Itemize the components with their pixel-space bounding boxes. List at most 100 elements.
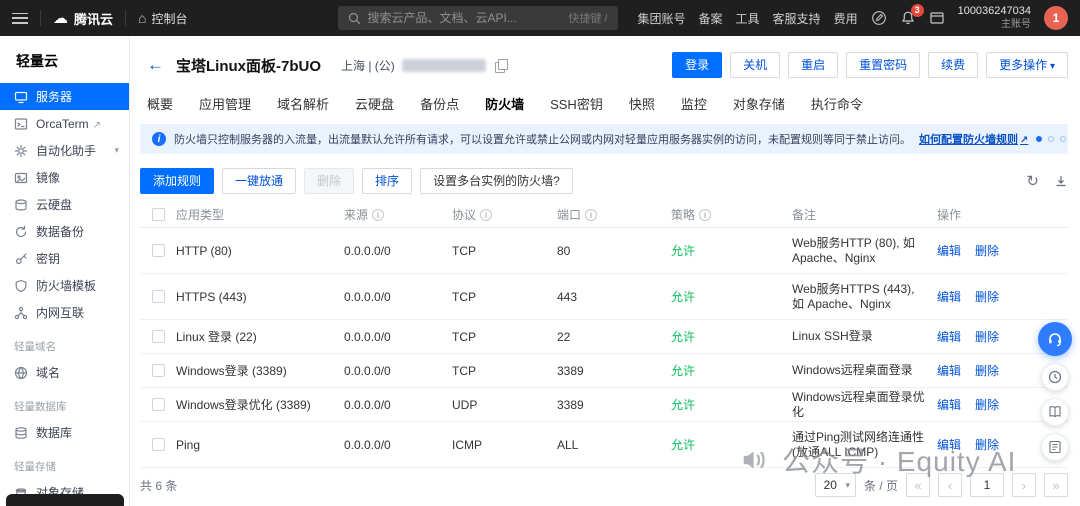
global-search[interactable]: 快捷键 / [338, 6, 618, 30]
nav-group-account[interactable]: 集团账号 [638, 10, 686, 27]
copy-icon[interactable] [495, 59, 507, 72]
edit-link[interactable]: 编辑 [937, 364, 961, 378]
row-checkbox[interactable] [152, 330, 165, 343]
edit-link[interactable]: 编辑 [937, 330, 961, 344]
console-home-link[interactable]: 控制台 [138, 10, 187, 27]
tab-cloud-disk[interactable]: 云硬盘 [355, 94, 394, 113]
page-size-select[interactable]: 20 [815, 473, 856, 497]
sidebar-item-servers[interactable]: 服务器 [0, 83, 129, 110]
prev-page-button[interactable] [938, 473, 962, 497]
info-icon [152, 132, 166, 146]
table-row: Linux 登录 (22) 0.0.0.0/0 TCP 22 允许 Linux … [140, 320, 1068, 354]
feedback-pen-icon[interactable] [871, 10, 887, 26]
carousel-dot[interactable] [1048, 136, 1054, 142]
brand-logo[interactable]: 腾讯云 [53, 9, 113, 28]
cell-note: Windows远程桌面登录 [792, 363, 937, 378]
cell-protocol: TCP [452, 330, 557, 344]
info-icon[interactable] [480, 209, 492, 221]
tab-firewall[interactable]: 防火墙 [485, 94, 524, 113]
allow-all-button[interactable]: 一键放通 [222, 168, 296, 194]
sidebar-item-cloud-disk[interactable]: 云硬盘 [0, 191, 129, 218]
row-checkbox[interactable] [152, 364, 165, 377]
select-all-checkbox[interactable] [152, 208, 165, 221]
sidebar-item-ssh-keys[interactable]: 密钥 [0, 245, 129, 272]
firewall-rules-help-link[interactable]: 如何配置防火墙规则 [919, 131, 1028, 147]
carousel-dot-active[interactable] [1036, 136, 1042, 142]
tab-backup-points[interactable]: 备份点 [420, 94, 459, 113]
account-info[interactable]: 100036247034 主账号 [958, 5, 1031, 31]
support-headset-icon[interactable] [1038, 322, 1072, 356]
console-panel-icon[interactable] [929, 10, 945, 26]
feedback-list-icon[interactable] [1041, 433, 1069, 461]
nav-icp-filing[interactable]: 备案 [699, 10, 723, 27]
sidebar-item-orcaterm[interactable]: OrcaTerm [0, 110, 129, 137]
row-checkbox[interactable] [152, 244, 165, 257]
multi-instance-firewall-button[interactable]: 设置多台实例的防火墙? [420, 168, 573, 194]
nav-tools[interactable]: 工具 [736, 10, 760, 27]
row-checkbox[interactable] [152, 290, 165, 303]
download-icon[interactable] [1054, 174, 1068, 188]
tab-ssh-keys[interactable]: SSH密钥 [550, 94, 603, 113]
tab-overview[interactable]: 概要 [147, 94, 173, 113]
first-page-button[interactable] [906, 473, 930, 497]
info-icon[interactable] [699, 209, 711, 221]
tab-snapshots[interactable]: 快照 [629, 94, 655, 113]
tab-app-management[interactable]: 应用管理 [199, 94, 251, 113]
shutdown-button[interactable]: 关机 [730, 52, 780, 78]
edit-link[interactable]: 编辑 [937, 438, 961, 452]
next-page-button[interactable] [1012, 473, 1036, 497]
add-rule-button[interactable]: 添加规则 [140, 168, 214, 194]
info-icon[interactable] [372, 209, 384, 221]
renew-button[interactable]: 续费 [928, 52, 978, 78]
sidebar-item-firewall-templates[interactable]: 防火墙模板 [0, 272, 129, 299]
hamburger-menu-icon[interactable] [12, 13, 28, 24]
notifications-bell-icon[interactable]: 3 [900, 10, 916, 26]
tab-monitoring[interactable]: 监控 [681, 94, 707, 113]
tab-run-command[interactable]: 执行命令 [811, 94, 863, 113]
edit-link[interactable]: 编辑 [937, 398, 961, 412]
reset-password-button[interactable]: 重置密码 [846, 52, 920, 78]
restart-button[interactable]: 重启 [788, 52, 838, 78]
edit-link[interactable]: 编辑 [937, 290, 961, 304]
user-avatar[interactable]: 1 [1044, 6, 1068, 30]
globe-icon [14, 366, 28, 380]
search-input[interactable] [368, 11, 562, 25]
more-actions-button[interactable]: 更多操作 [986, 52, 1068, 78]
sidebar-bottom-overlay [6, 494, 124, 506]
back-arrow-icon[interactable] [145, 55, 166, 75]
page-number-input[interactable] [970, 473, 1004, 497]
delete-link[interactable]: 删除 [975, 244, 999, 258]
delete-link[interactable]: 删除 [975, 438, 999, 452]
cell-port: 443 [557, 290, 671, 304]
login-button[interactable]: 登录 [672, 52, 722, 78]
last-page-button[interactable] [1044, 473, 1068, 497]
delete-link[interactable]: 删除 [975, 398, 999, 412]
carousel-dot[interactable] [1060, 136, 1066, 142]
row-checkbox[interactable] [152, 438, 165, 451]
history-clock-icon[interactable] [1041, 363, 1069, 391]
info-icon[interactable] [585, 209, 597, 221]
sidebar-item-data-backup[interactable]: 数据备份 [0, 218, 129, 245]
delete-link[interactable]: 删除 [975, 364, 999, 378]
delete-rules-button[interactable]: 删除 [304, 168, 354, 194]
sidebar-item-images[interactable]: 镜像 [0, 164, 129, 191]
search-shortcut-hint: 快捷键 / [568, 10, 607, 26]
docs-book-icon[interactable] [1041, 398, 1069, 426]
row-checkbox[interactable] [152, 398, 165, 411]
sort-button[interactable]: 排序 [362, 168, 412, 194]
sidebar-item-vpc-link[interactable]: 内网互联 [0, 299, 129, 326]
tab-object-storage[interactable]: 对象存储 [733, 94, 785, 113]
delete-link[interactable]: 删除 [975, 330, 999, 344]
sidebar-item-automation-assistant[interactable]: 自动化助手 [0, 137, 129, 164]
sidebar-item-database[interactable]: 数据库 [0, 419, 129, 446]
nav-support[interactable]: 客服支持 [773, 10, 821, 27]
delete-link[interactable]: 删除 [975, 290, 999, 304]
brand-name: 腾讯云 [74, 9, 113, 28]
tab-dns[interactable]: 域名解析 [277, 94, 329, 113]
refresh-icon[interactable] [1026, 172, 1039, 191]
edit-link[interactable]: 编辑 [937, 244, 961, 258]
sidebar-item-domains[interactable]: 域名 [0, 359, 129, 386]
nav-billing[interactable]: 费用 [834, 10, 858, 27]
cell-note: Web服务HTTPS (443), 如 Apache、Nginx [792, 282, 937, 312]
cell-source: 0.0.0.0/0 [344, 244, 452, 258]
